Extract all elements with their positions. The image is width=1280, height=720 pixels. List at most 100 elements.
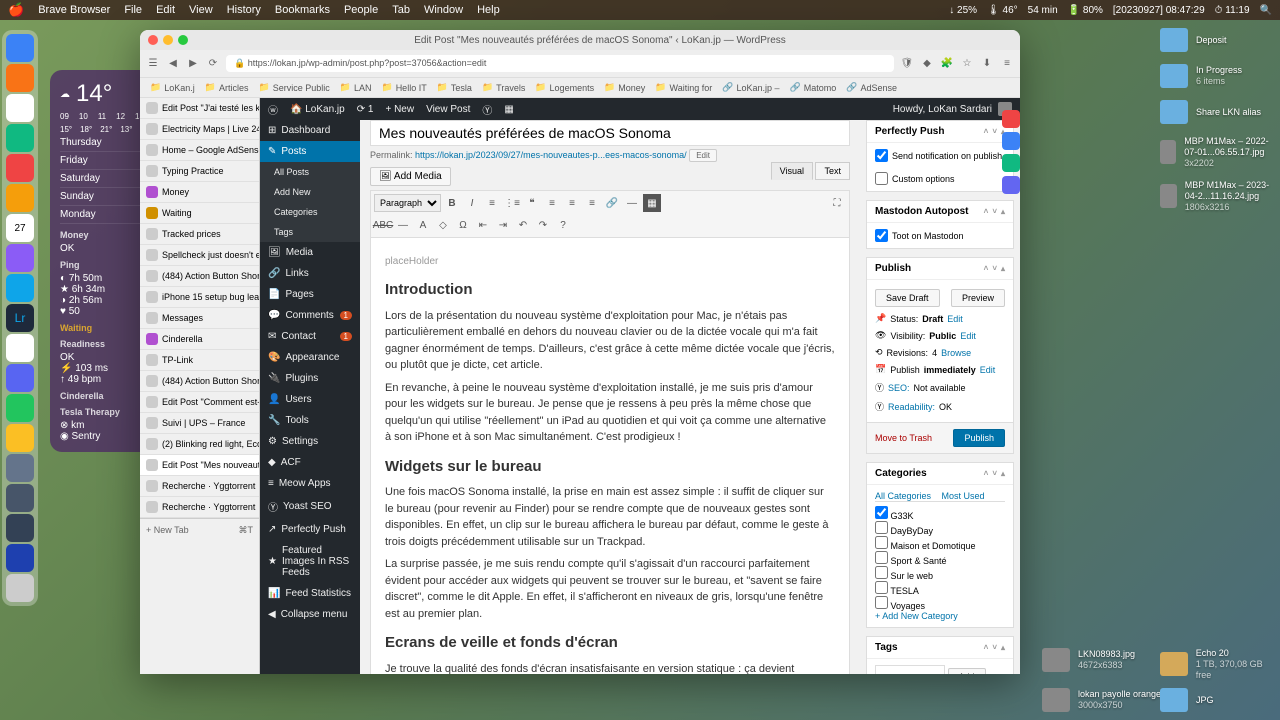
sidebar-icon[interactable]: ☰ bbox=[146, 57, 160, 71]
bookmark[interactable]: 📁 Articles bbox=[205, 82, 249, 93]
battery-status[interactable]: 🔋 80% bbox=[1068, 5, 1103, 16]
dock-app[interactable] bbox=[6, 94, 34, 122]
wallet-icon[interactable]: ◆ bbox=[920, 57, 934, 71]
dock-finder[interactable] bbox=[6, 34, 34, 62]
menu-window[interactable]: Window bbox=[424, 4, 463, 16]
category-checkbox[interactable]: DayByDay bbox=[875, 521, 1005, 536]
bookmark[interactable]: 🔗 Matomo bbox=[789, 82, 836, 93]
bookmark[interactable]: 📁 Tesla bbox=[437, 82, 472, 93]
dock-app[interactable] bbox=[6, 274, 34, 302]
app-name[interactable]: Brave Browser bbox=[38, 4, 110, 16]
wp-site[interactable]: 🏠 LoKan.jp bbox=[290, 104, 345, 115]
vertical-tab[interactable]: Tracked prices bbox=[140, 224, 259, 245]
textcolor-icon[interactable]: A bbox=[414, 216, 432, 234]
wp-menu-pages[interactable]: 📄Pages bbox=[260, 284, 360, 305]
wp-menu-tools[interactable]: 🔧Tools bbox=[260, 410, 360, 431]
dock-app[interactable] bbox=[6, 124, 34, 152]
download-icon[interactable]: ⬇ bbox=[980, 57, 994, 71]
browse-rev[interactable]: Browse bbox=[941, 348, 971, 358]
vertical-tab[interactable]: TP-Link bbox=[140, 350, 259, 371]
push-notif-checkbox[interactable]: Send notification on publish bbox=[875, 149, 1005, 162]
publish-button[interactable]: Publish bbox=[953, 429, 1005, 447]
menu-edit[interactable]: Edit bbox=[156, 4, 175, 16]
vertical-tab[interactable]: Money bbox=[140, 182, 259, 203]
chevron-up-icon[interactable]: ˄ bbox=[984, 264, 989, 273]
clear-icon[interactable]: ◇ bbox=[434, 216, 452, 234]
wp-submenu-item[interactable]: All Posts bbox=[260, 162, 360, 182]
menu-bookmarks[interactable]: Bookmarks bbox=[275, 4, 330, 16]
dock-lightroom[interactable]: Lr bbox=[6, 304, 34, 332]
desktop-file[interactable]: In Progress6 items bbox=[1160, 64, 1242, 88]
menu-view[interactable]: View bbox=[189, 4, 213, 16]
battery-pct[interactable]: ↓ 25% bbox=[949, 5, 977, 16]
wp-menu-posts[interactable]: ✎Posts bbox=[260, 141, 360, 162]
vertical-tab[interactable]: Edit Post "Comment est-ce que j... bbox=[140, 392, 259, 413]
url-bar[interactable]: 🔒 https://lokan.jp/wp-admin/post.php?pos… bbox=[226, 55, 894, 72]
vertical-tab[interactable]: (2) Blinking red light, Ecoflow Po... bbox=[140, 434, 259, 455]
undo-icon[interactable]: ↶ bbox=[514, 216, 532, 234]
close-icon[interactable] bbox=[148, 35, 158, 45]
ext-icon[interactable] bbox=[1002, 176, 1020, 194]
bookmark[interactable]: 📁 Travels bbox=[482, 82, 525, 93]
chevron-down-icon[interactable]: ˅ bbox=[992, 264, 997, 273]
category-checkbox[interactable]: Sur le web bbox=[875, 566, 1005, 581]
desktop-file[interactable]: MBP M1Max – 2022-07-01...06.55.17.jpg3x2… bbox=[1160, 136, 1280, 168]
help-icon[interactable]: ? bbox=[554, 216, 572, 234]
vertical-tab[interactable]: Electricity Maps | Live 24/7 CO₂ e... bbox=[140, 119, 259, 140]
wp-menu-perfectly-push[interactable]: ↗Perfectly Push bbox=[260, 519, 360, 540]
wp-menu-media[interactable]: 🖼Media bbox=[260, 242, 360, 263]
wp-menu-contact[interactable]: ✉Contact1 bbox=[260, 326, 360, 347]
dock-calendar[interactable]: 27 bbox=[6, 214, 34, 242]
push-custom-checkbox[interactable]: Custom options bbox=[875, 172, 1005, 185]
bookmark[interactable]: 🔗 LoKan.jp – bbox=[722, 82, 779, 93]
tags-input[interactable] bbox=[875, 665, 945, 674]
wp-viewpost[interactable]: View Post bbox=[426, 104, 470, 115]
vertical-tab[interactable]: Waiting bbox=[140, 203, 259, 224]
wp-menu-links[interactable]: 🔗Links bbox=[260, 263, 360, 284]
dock-discord[interactable] bbox=[6, 364, 34, 392]
paragraph-select[interactable]: Paragraph bbox=[374, 194, 441, 212]
desktop-file[interactable]: JPG bbox=[1160, 688, 1214, 712]
titlebar[interactable]: Edit Post "Mes nouveautés préférées de m… bbox=[140, 30, 1020, 50]
dock-app[interactable] bbox=[6, 544, 34, 572]
dock-app[interactable] bbox=[6, 514, 34, 542]
vertical-tab[interactable]: (484) Action Button Shortcuts fo... bbox=[140, 266, 259, 287]
edit-permalink-button[interactable]: Edit bbox=[689, 149, 717, 162]
text-tab[interactable]: Text bbox=[815, 162, 850, 180]
post-title-input[interactable] bbox=[370, 120, 850, 146]
align-center-icon[interactable]: ≡ bbox=[563, 194, 581, 212]
bookmark[interactable]: 📁 LAN bbox=[340, 82, 372, 93]
chevron-down-icon[interactable]: ˅ bbox=[992, 127, 997, 136]
toolbar-toggle-icon[interactable]: ▦ bbox=[643, 194, 661, 212]
outdent-icon[interactable]: ⇤ bbox=[474, 216, 492, 234]
category-checkbox[interactable]: Voyages bbox=[875, 596, 1005, 611]
bookmark[interactable]: 📁 LoKan.j bbox=[150, 82, 195, 93]
chevron-up-icon[interactable]: ˄ bbox=[984, 127, 989, 136]
menu-icon[interactable]: ≡ bbox=[1000, 57, 1014, 71]
save-draft-button[interactable]: Save Draft bbox=[875, 289, 940, 307]
temperature[interactable]: 🌡 46° bbox=[987, 5, 1018, 16]
wp-menu-yoast-seo[interactable]: ⓎYoast SEO bbox=[260, 494, 360, 519]
category-checkbox[interactable]: Sport & Santé bbox=[875, 551, 1005, 566]
menu-help[interactable]: Help bbox=[477, 4, 500, 16]
search-icon[interactable]: 🔍 bbox=[1260, 5, 1272, 16]
bookmark[interactable]: 🔗 AdSense bbox=[846, 82, 897, 93]
wp-menu-comments[interactable]: 💬Comments1 bbox=[260, 305, 360, 326]
wp-updates[interactable]: ⟳ 1 bbox=[357, 104, 374, 115]
chevron-down-icon[interactable]: ˅ bbox=[992, 643, 997, 652]
desktop-file[interactable]: MBP M1Max – 2023-04-2...11.16.24.jpg1806… bbox=[1160, 180, 1280, 212]
ul-icon[interactable]: ≡ bbox=[483, 194, 501, 212]
apple-menu-icon[interactable]: 🍎 bbox=[8, 2, 24, 18]
vertical-tab[interactable]: Messages bbox=[140, 308, 259, 329]
chevron-up-icon[interactable]: ˄ bbox=[984, 643, 989, 652]
edit-pub[interactable]: Edit bbox=[980, 365, 996, 375]
desktop-file[interactable]: LKN08983.jpg4672x6383 bbox=[1042, 648, 1135, 672]
desktop-file[interactable]: Echo 201 TB, 370,08 GB free bbox=[1160, 648, 1280, 680]
add-category[interactable]: + Add New Category bbox=[875, 611, 958, 621]
wp-menu-dashboard[interactable]: ⊞Dashboard bbox=[260, 120, 360, 141]
desktop-file[interactable]: lokan payolle orange.jpg3000x3750 bbox=[1042, 688, 1176, 712]
cat-most-tab[interactable]: Most Used bbox=[942, 491, 985, 501]
collapse-icon[interactable]: ▴ bbox=[1001, 207, 1005, 216]
dock-app[interactable] bbox=[6, 184, 34, 212]
vertical-tab[interactable]: iPhone 15 setup bug leads to Ac... bbox=[140, 287, 259, 308]
